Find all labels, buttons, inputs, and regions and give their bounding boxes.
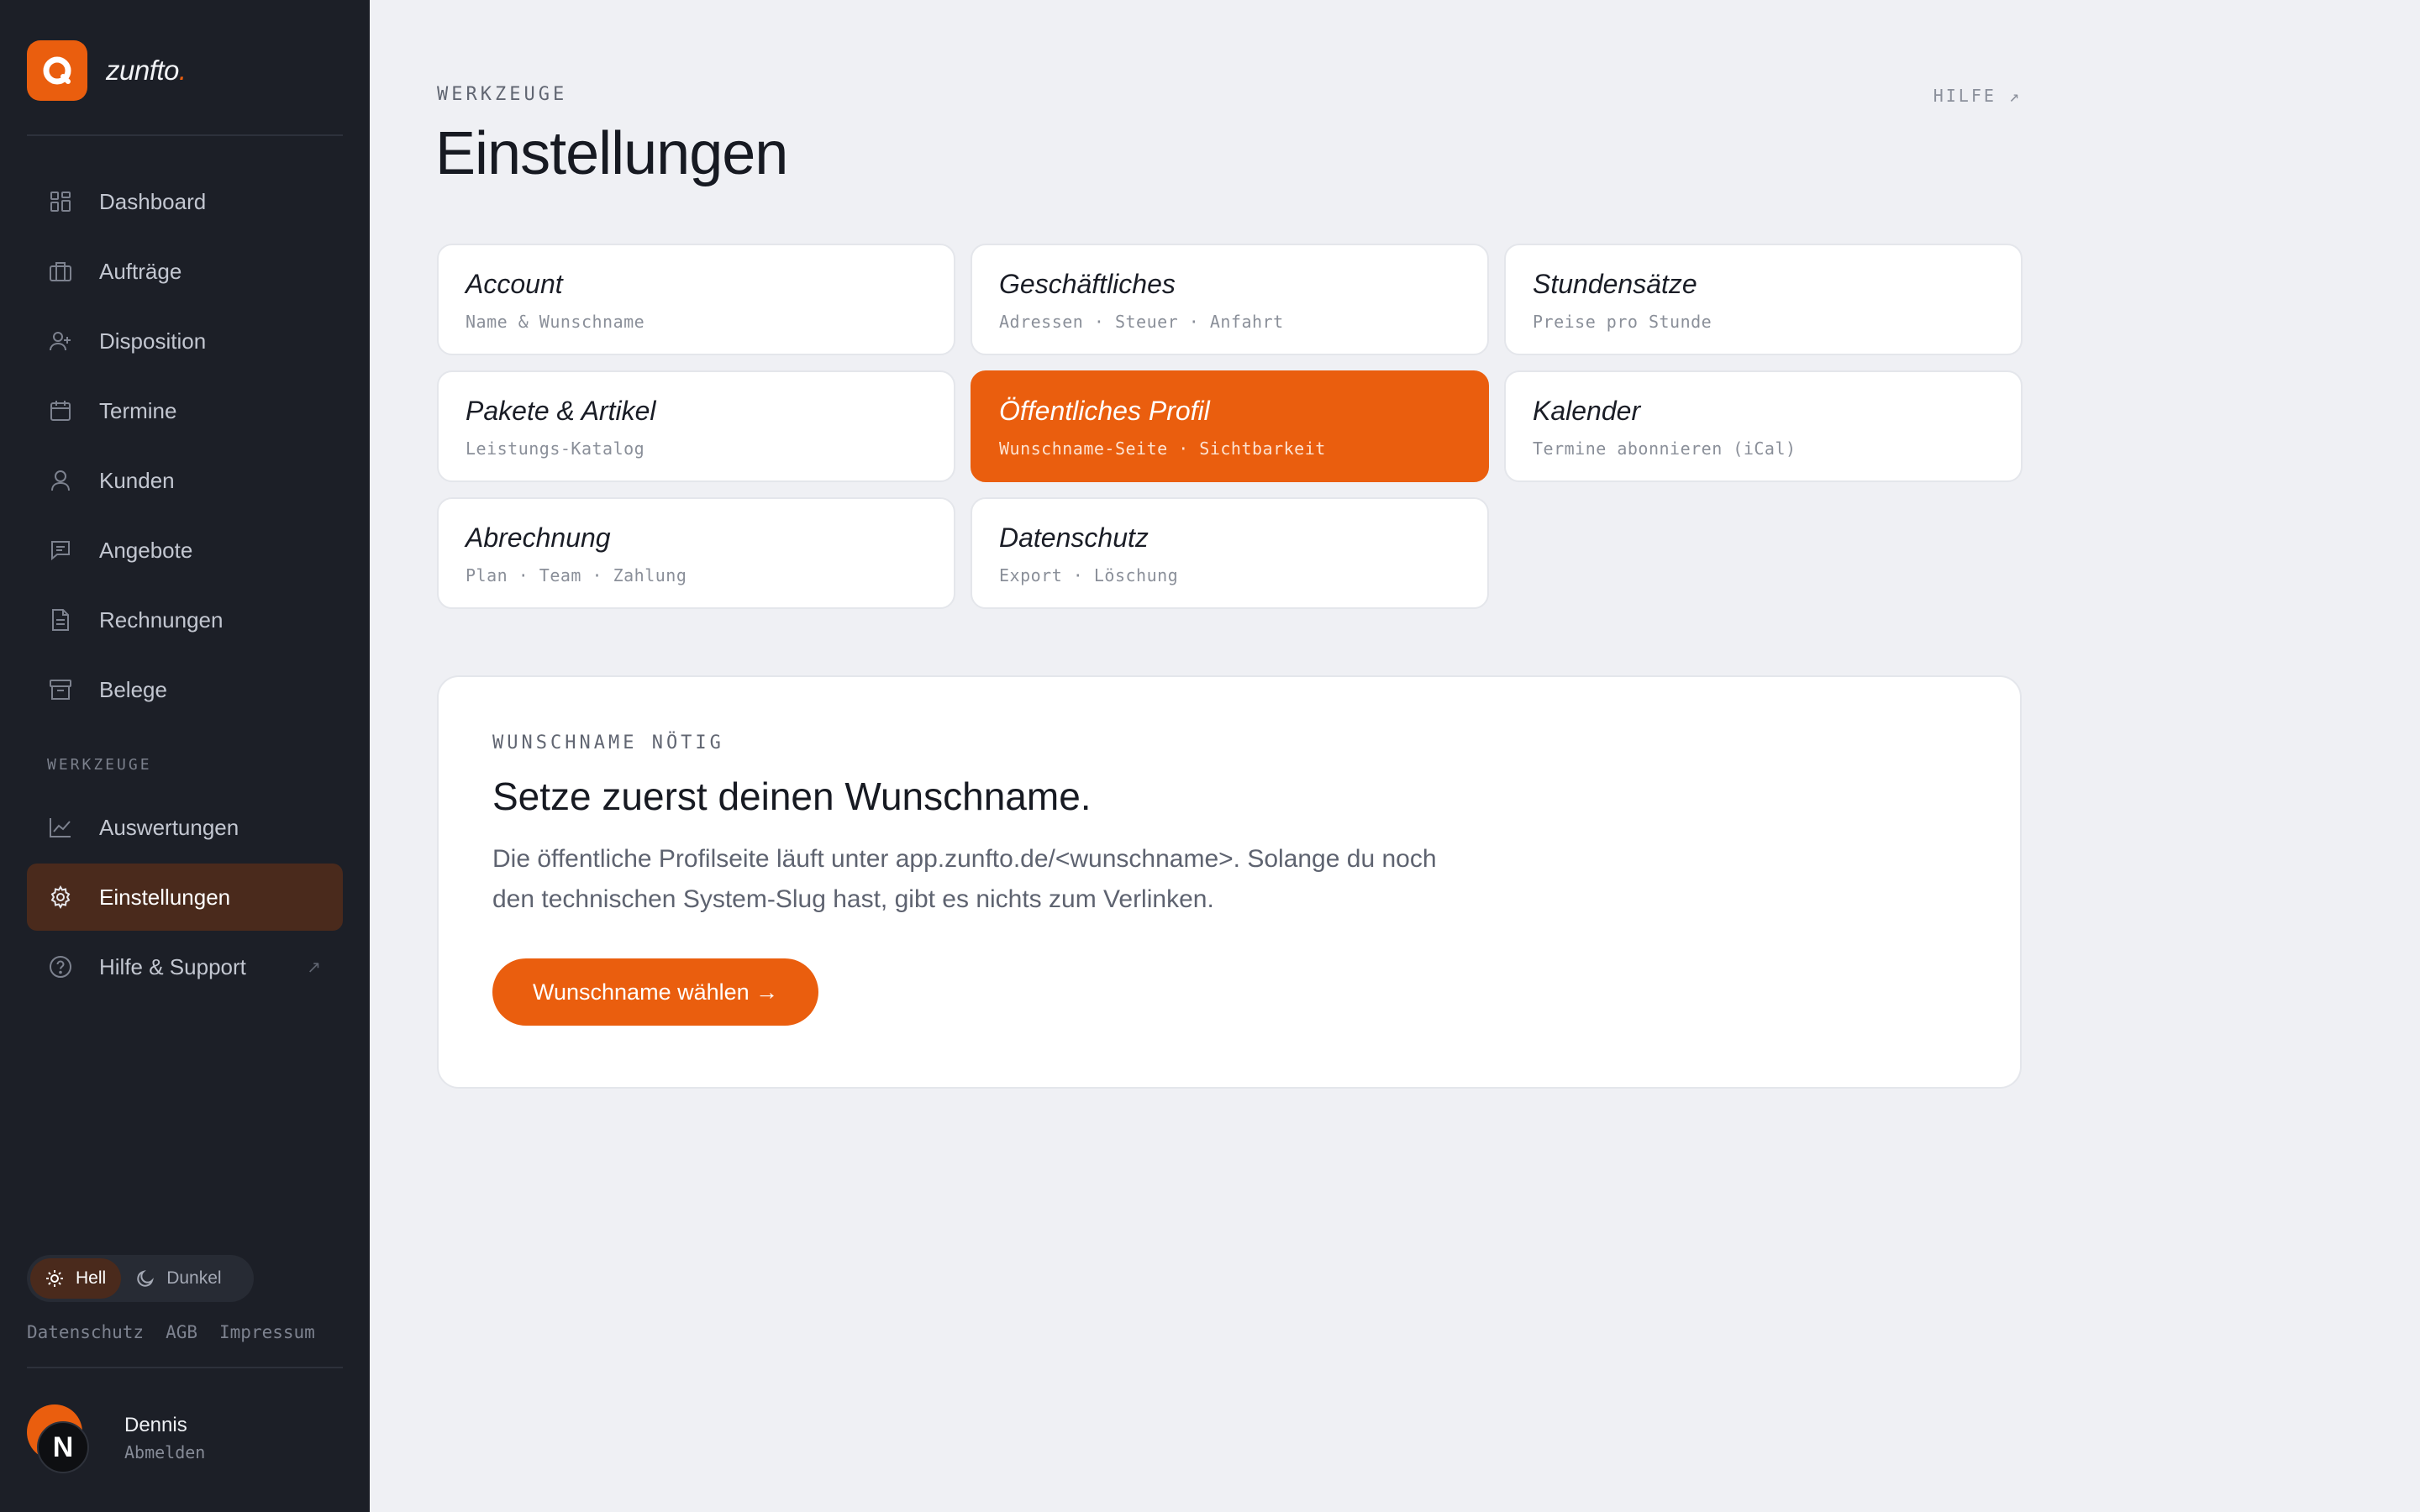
settings-card-datenschutz[interactable]: Datenschutz Export · Löschung	[971, 497, 1489, 609]
sidebar-item-dashboard[interactable]: Dashboard	[27, 168, 343, 235]
sidebar-item-label: Aufträge	[99, 258, 182, 284]
card-title: Stundensätze	[1533, 269, 1697, 299]
sidebar-item-auftraege[interactable]: Aufträge	[27, 238, 343, 305]
settings-card-oeffentliches-profil[interactable]: Öffentliches Profil Wunschname-Seite · S…	[971, 370, 1489, 482]
card-subtitle: Leistungs-Katalog	[466, 438, 645, 459]
card-title: Account	[466, 269, 563, 299]
divider	[27, 134, 343, 136]
sidebar-item-rechnungen[interactable]: Rechnungen	[27, 586, 343, 654]
card-title: Pakete & Artikel	[466, 396, 656, 426]
card-title: Geschäftliches	[999, 269, 1176, 299]
card-title: Abrechnung	[466, 522, 611, 553]
user-name: Dennis	[124, 1414, 187, 1436]
logout-link[interactable]: Abmelden	[124, 1442, 205, 1462]
theme-dark-label: Dunkel	[166, 1268, 222, 1288]
brand[interactable]: zunfto.	[27, 40, 187, 101]
divider	[27, 1367, 343, 1368]
settings-card-kalender[interactable]: Kalender Termine abonnieren (iCal)	[1504, 370, 2023, 482]
user-icon	[47, 467, 74, 494]
settings-card-stundensaetze[interactable]: Stundensätze Preise pro Stunde	[1504, 244, 2023, 355]
brand-name: zunfto.	[106, 55, 187, 86]
theme-light-label: Hell	[76, 1268, 107, 1288]
card-title: Datenschutz	[999, 522, 1149, 553]
card-subtitle: Wunschname-Seite · Sichtbarkeit	[999, 438, 1326, 459]
avatar: N	[27, 1404, 94, 1473]
notice-body: Die öffentliche Profilseite läuft unter …	[492, 845, 1437, 913]
sidebar-item-label: Einstellungen	[99, 884, 231, 910]
legal-link-datenschutz[interactable]: Datenschutz	[27, 1322, 144, 1342]
settings-grid: Account Name & Wunschname Geschäftliches…	[437, 244, 2023, 609]
sidebar-item-label: Auswertungen	[99, 814, 239, 840]
theme-light-button[interactable]: Hell	[30, 1258, 122, 1299]
legal-link-impressum[interactable]: Impressum	[219, 1322, 315, 1342]
sidebar-item-disposition[interactable]: Disposition	[27, 307, 343, 375]
sidebar-item-label: Termine	[99, 397, 177, 423]
document-icon	[47, 606, 74, 633]
settings-card-pakete[interactable]: Pakete & Artikel Leistungs-Katalog	[437, 370, 955, 482]
theme-toggle: Hell Dunkel	[27, 1255, 254, 1302]
nav-section-label: WERKZEUGE	[47, 756, 152, 774]
card-subtitle: Preise pro Stunde	[1533, 312, 1712, 332]
sidebar-item-kunden[interactable]: Kunden	[27, 447, 343, 514]
legal-links: Datenschutz AGB Impressum	[27, 1322, 315, 1342]
settings-card-abrechnung[interactable]: Abrechnung Plan · Team · Zahlung	[437, 497, 955, 609]
message-icon	[47, 537, 74, 564]
sidebar-item-einstellungen[interactable]: Einstellungen	[27, 864, 343, 931]
sidebar: zunfto. Dashboard Aufträge Disposition T…	[0, 0, 370, 1512]
calendar-icon	[47, 397, 74, 424]
theme-dark-button[interactable]: Dunkel	[121, 1258, 236, 1299]
choose-wunschname-button[interactable]: Wunschname wählen →	[492, 958, 819, 1026]
card-subtitle: Name & Wunschname	[466, 312, 645, 332]
sidebar-item-label: Kunden	[99, 467, 175, 493]
card-subtitle: Adressen · Steuer · Anfahrt	[999, 312, 1284, 332]
sidebar-item-label: Angebote	[99, 537, 193, 563]
logo-icon	[27, 40, 87, 101]
gear-icon	[47, 884, 74, 911]
grid-icon	[47, 188, 74, 215]
card-title: Kalender	[1533, 396, 1641, 426]
sidebar-item-label: Belege	[99, 676, 167, 702]
page-title: Einstellungen	[435, 120, 788, 187]
wunschname-notice: WUNSCHNAME NÖTIG Setze zuerst deinen Wun…	[437, 675, 2022, 1089]
briefcase-icon	[47, 258, 74, 285]
sun-icon	[45, 1268, 66, 1289]
sidebar-item-label: Rechnungen	[99, 606, 224, 633]
breadcrumb: WERKZEUGE	[437, 84, 568, 105]
card-subtitle: Plan · Team · Zahlung	[466, 565, 687, 585]
help-link[interactable]: HILFE ↗	[1933, 86, 2022, 106]
legal-link-agb[interactable]: AGB	[166, 1322, 197, 1342]
main-nav: Dashboard Aufträge Disposition Termine K…	[27, 168, 343, 726]
settings-card-account[interactable]: Account Name & Wunschname	[437, 244, 955, 355]
card-subtitle: Termine abonnieren (iCal)	[1533, 438, 1797, 459]
sidebar-item-angebote[interactable]: Angebote	[27, 517, 343, 584]
card-subtitle: Export · Löschung	[999, 565, 1179, 585]
sidebar-item-label: Hilfe & Support	[99, 953, 246, 979]
notice-kicker: WUNSCHNAME NÖTIG	[492, 732, 724, 753]
sidebar-item-label: Disposition	[99, 328, 207, 354]
sidebar-item-hilfe[interactable]: Hilfe & Support ↗	[27, 933, 343, 1000]
help-circle-icon	[47, 953, 74, 980]
avatar-initial: N	[37, 1421, 89, 1473]
sidebar-item-termine[interactable]: Termine	[27, 377, 343, 444]
user-plus-icon	[47, 328, 74, 354]
card-title: Öffentliches Profil	[999, 396, 1210, 426]
moon-icon	[136, 1268, 156, 1289]
sidebar-item-auswertungen[interactable]: Auswertungen	[27, 794, 343, 861]
user-menu[interactable]: N Dennis Abmelden	[27, 1404, 205, 1473]
external-link-icon: ↗	[307, 958, 321, 977]
notice-heading: Setze zuerst deinen Wunschname.	[492, 774, 1092, 818]
sidebar-item-belege[interactable]: Belege	[27, 656, 343, 723]
archive-icon	[47, 676, 74, 703]
sidebar-item-label: Dashboard	[99, 188, 207, 214]
settings-card-geschaeftliches[interactable]: Geschäftliches Adressen · Steuer · Anfah…	[971, 244, 1489, 355]
tools-nav: Auswertungen Einstellungen Hilfe & Suppo…	[27, 794, 343, 1003]
chart-icon	[47, 814, 74, 841]
